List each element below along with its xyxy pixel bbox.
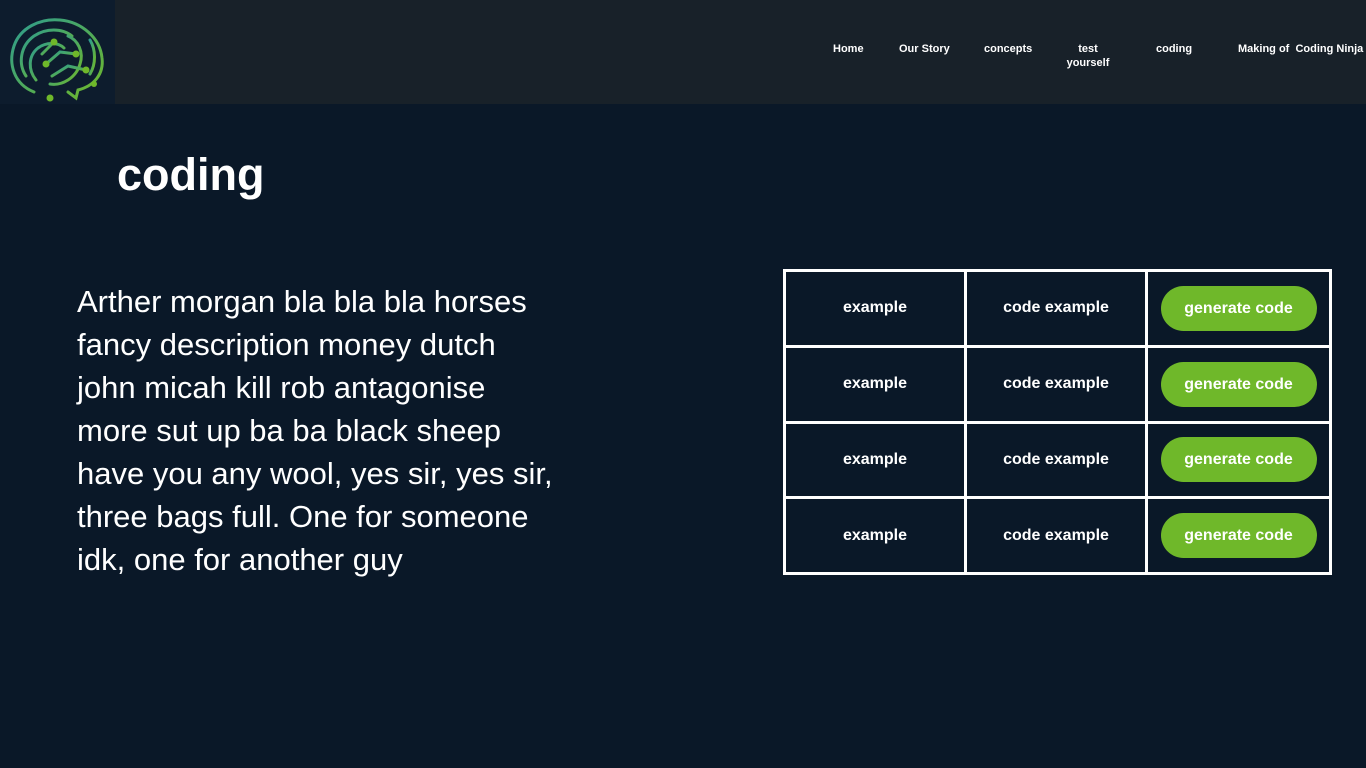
header-bar: Home Our Story concepts test yourself co…: [0, 0, 1366, 104]
code-examples-table: example code example generate code examp…: [783, 269, 1332, 575]
nav-concepts[interactable]: concepts: [984, 42, 1032, 56]
code-example-cell: code example: [964, 420, 1148, 500]
generate-code-button[interactable]: generate code: [1160, 437, 1317, 483]
nav-making-of-coding-ninja[interactable]: Making of Coding Ninja: [1238, 42, 1363, 56]
button-cell: generate code: [1145, 420, 1332, 500]
generate-code-button[interactable]: generate code: [1160, 285, 1317, 331]
nav-home[interactable]: Home: [833, 42, 864, 56]
code-example-cell: code example: [964, 269, 1148, 348]
table-row: example code example generate code: [783, 496, 1332, 575]
generate-code-button[interactable]: generate code: [1160, 361, 1317, 407]
example-cell: example: [783, 344, 967, 424]
table-row: example code example generate code: [783, 344, 1332, 424]
button-cell: generate code: [1145, 269, 1332, 348]
nav-coding[interactable]: coding: [1156, 42, 1192, 56]
example-cell: example: [783, 420, 967, 500]
nav-our-story[interactable]: Our Story: [899, 42, 950, 56]
logo[interactable]: [0, 0, 115, 104]
button-cell: generate code: [1145, 344, 1332, 424]
table-row: example code example generate code: [783, 420, 1332, 500]
code-example-cell: code example: [964, 344, 1148, 424]
code-example-cell: code example: [964, 496, 1148, 575]
example-cell: example: [783, 496, 967, 575]
description-text: Arther morgan bla bla bla horses fancy d…: [77, 284, 553, 577]
page: Home Our Story concepts test yourself co…: [0, 0, 1366, 768]
generate-code-button[interactable]: generate code: [1160, 513, 1317, 559]
page-title: coding: [117, 149, 265, 200]
button-cell: generate code: [1145, 496, 1332, 575]
table-row: example code example generate code: [783, 269, 1332, 348]
example-cell: example: [783, 269, 967, 348]
circuit-brain-logo-icon: [10, 18, 104, 102]
nav-test-yourself[interactable]: test yourself: [1060, 42, 1116, 70]
